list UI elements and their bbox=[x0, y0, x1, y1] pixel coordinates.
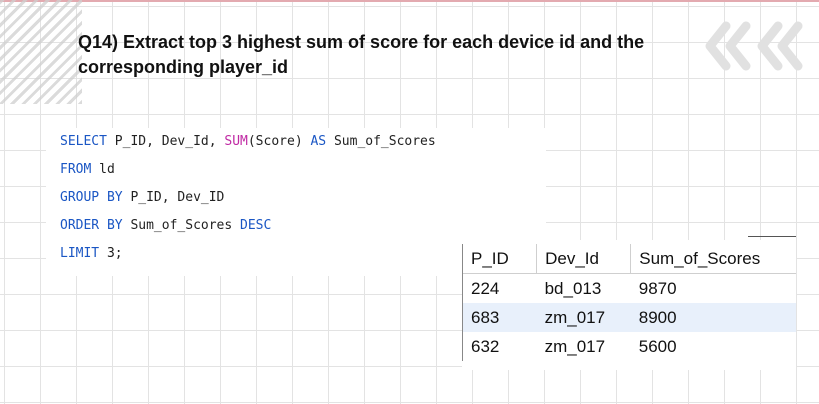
cell-p-id[interactable]: 224 bbox=[461, 273, 537, 303]
result-grid: P_ID Dev_Id Sum_of_Scores 224 bd_013 987… bbox=[461, 236, 797, 370]
table-row[interactable]: 224 bd_013 9870 bbox=[461, 273, 797, 304]
groupby-keyword: GROUP BY bbox=[60, 190, 123, 205]
column-header-dev-id[interactable]: Dev_Id bbox=[536, 244, 631, 274]
sql-line-limit: LIMIT 3; bbox=[60, 246, 123, 262]
limit-keyword: LIMIT bbox=[60, 246, 100, 261]
double-chevron-left-icon bbox=[705, 21, 803, 71]
select-keyword: SELECT bbox=[60, 134, 107, 149]
cell-dev-id[interactable]: zm_017 bbox=[537, 332, 631, 361]
orderby-keyword: ORDER BY bbox=[60, 218, 123, 233]
sum-function: SUM bbox=[224, 134, 248, 149]
top-border-line bbox=[0, 0, 819, 2]
cell-dev-id[interactable]: zm_017 bbox=[536, 303, 631, 332]
sum-arguments: (Score) bbox=[247, 134, 303, 149]
sql-line-from: FROM ld bbox=[60, 162, 115, 178]
desc-keyword: DESC bbox=[240, 218, 272, 233]
table-row[interactable]: 632 zm_017 5600 bbox=[461, 332, 797, 361]
column-header-p-id[interactable]: P_ID bbox=[461, 244, 537, 274]
cell-sum-of-scores[interactable]: 8900 bbox=[630, 303, 796, 332]
result-table: P_ID Dev_Id Sum_of_Scores 224 bd_013 987… bbox=[461, 244, 797, 361]
from-keyword: FROM bbox=[60, 162, 92, 177]
groupby-columns: P_ID, Dev_ID bbox=[130, 190, 225, 205]
as-keyword: AS bbox=[310, 134, 327, 149]
cell-p-id[interactable]: 632 bbox=[461, 332, 537, 361]
cell-sum-of-scores[interactable]: 9870 bbox=[631, 274, 796, 304]
result-header-row: P_ID Dev_Id Sum_of_Scores bbox=[461, 244, 796, 274]
select-columns: P_ID, Dev_Id, bbox=[114, 134, 217, 149]
column-alias: Sum_of_Scores bbox=[333, 134, 436, 149]
sql-line-orderby: ORDER BY Sum_of_Scores DESC bbox=[60, 218, 271, 234]
cell-sum-of-scores[interactable]: 5600 bbox=[631, 332, 796, 361]
statement-terminator: ; bbox=[114, 246, 123, 261]
cell-p-id[interactable]: 683 bbox=[461, 303, 537, 332]
sql-line-groupby: GROUP BY P_ID, Dev_ID bbox=[60, 190, 224, 206]
column-header-sum-of-scores[interactable]: Sum_of_Scores bbox=[630, 244, 796, 274]
result-divider bbox=[748, 236, 796, 237]
limit-value: 3 bbox=[106, 246, 115, 261]
table-name: ld bbox=[99, 162, 115, 177]
hatch-pattern bbox=[0, 0, 82, 104]
orderby-column: Sum_of_Scores bbox=[130, 218, 233, 233]
table-row-selected[interactable]: 683 zm_017 8900 bbox=[461, 303, 796, 332]
question-title: Q14) Extract top 3 highest sum of score … bbox=[78, 32, 645, 77]
cell-dev-id[interactable]: bd_013 bbox=[537, 274, 631, 304]
sql-line-select: SELECT P_ID, Dev_Id, SUM(Score) AS Sum_o… bbox=[60, 134, 436, 150]
